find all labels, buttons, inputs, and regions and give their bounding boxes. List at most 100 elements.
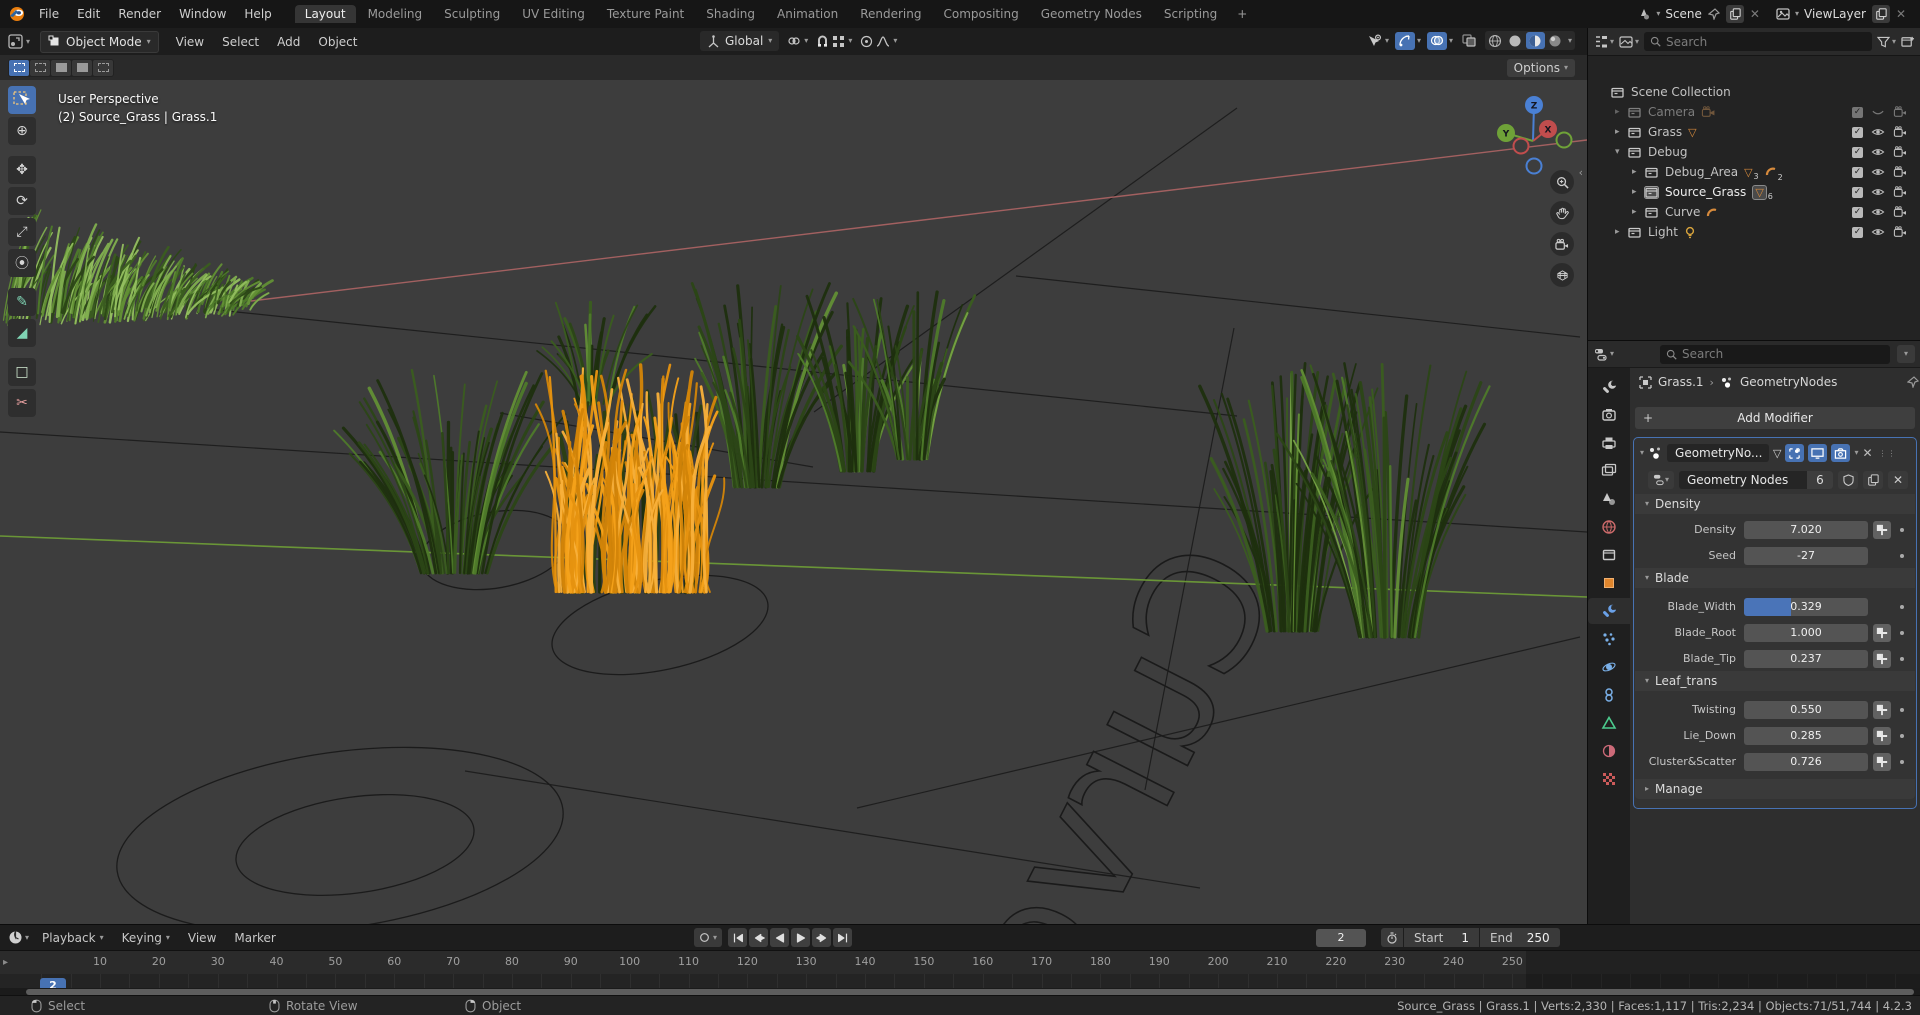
outliner-item-label[interactable]: Curve (1665, 205, 1700, 219)
disclosure-down[interactable]: ▾ (1615, 147, 1627, 157)
camera-view-button[interactable] (1550, 232, 1574, 256)
render-visibility-icon[interactable] (1893, 146, 1907, 158)
eye-closed-icon[interactable] (1871, 106, 1885, 118)
eye-icon[interactable] (1871, 126, 1885, 138)
gizmo-axis-negative[interactable] (1527, 159, 1542, 174)
properties-tab-collection[interactable] (1588, 542, 1630, 568)
disclosure-right[interactable]: ▸ (1615, 227, 1627, 237)
decorator-dot[interactable] (1900, 554, 1904, 558)
tool-transform-button[interactable]: ⦿ (8, 249, 36, 277)
tool-annotate-button[interactable]: ✎ (8, 288, 36, 316)
eye-icon[interactable] (1871, 186, 1885, 198)
outliner-item-label[interactable]: Scene Collection (1631, 85, 1731, 99)
orthographic-toggle-button[interactable] (1550, 263, 1574, 287)
render-visibility-icon[interactable] (1893, 206, 1907, 218)
node-group-name-field[interactable]: Geometry Nodes6 (1679, 471, 1833, 489)
mode-dropdown[interactable]: Object Mode ▾ (40, 31, 159, 53)
properties-tab-tool[interactable] (1588, 374, 1630, 400)
outliner-item-label[interactable]: Source_Grass (1665, 185, 1746, 199)
exclude-checkbox[interactable]: ✓ (1852, 147, 1863, 158)
shading-dropdown[interactable]: ▾ (1566, 37, 1574, 45)
proportional-edit-controls[interactable]: ▾ (860, 35, 897, 48)
add-modifier-button[interactable]: +Add Modifier (1635, 407, 1915, 429)
workspace-tab-modeling[interactable]: Modeling (358, 5, 433, 23)
decorator-dot[interactable] (1900, 631, 1904, 635)
menu-edit[interactable]: Edit (68, 7, 109, 21)
timeline-menu-keying[interactable]: Keying▾ (113, 931, 179, 945)
render-visibility-icon[interactable] (1893, 126, 1907, 138)
unlink-node-group-button[interactable]: ✕ (1888, 471, 1908, 489)
exclude-checkbox[interactable]: ✓ (1852, 167, 1863, 178)
outliner-row-scene-collection[interactable]: Scene Collection (1588, 82, 1920, 102)
orientation-dropdown[interactable]: Global ▾ (700, 31, 779, 51)
decorator-dot[interactable] (1900, 605, 1904, 609)
decorator-dot[interactable] (1900, 760, 1904, 764)
outliner-row-light[interactable]: ▸ Light ✓ (1588, 222, 1920, 242)
remove-viewlayer-icon[interactable]: ✕ (1896, 7, 1906, 21)
viewlayer-name[interactable]: ViewLayer (1804, 7, 1866, 21)
eye-icon[interactable] (1871, 226, 1885, 238)
param-field-density[interactable]: 7.020 (1744, 521, 1868, 539)
gizmos-toggle[interactable]: ▾ (1395, 32, 1421, 50)
decorator-dot[interactable] (1900, 734, 1904, 738)
tool-cursor-button[interactable]: ⊕ (8, 117, 36, 145)
render-visibility-icon[interactable] (1893, 106, 1907, 118)
shading-rendered-button[interactable] (1546, 32, 1565, 49)
play-button[interactable] (791, 928, 810, 947)
outliner-row-curve[interactable]: ▸Curve✓ (1588, 202, 1920, 222)
new-scene-icon[interactable] (1726, 5, 1744, 23)
viewport-menu-select[interactable]: Select (213, 35, 268, 49)
menu-render[interactable]: Render (109, 7, 170, 21)
viewport-menu-view[interactable]: View (167, 35, 213, 49)
workspace-tab-texture-paint[interactable]: Texture Paint (597, 5, 694, 23)
timeline-menu-marker[interactable]: Marker (225, 931, 284, 945)
properties-tab-object-data[interactable] (1588, 710, 1630, 736)
select-mode-tweak[interactable] (9, 60, 29, 76)
render-visibility-icon[interactable] (1893, 226, 1907, 238)
drag-handle[interactable]: ⋮⋮ (1879, 449, 1897, 458)
jump-to-start-button[interactable] (728, 928, 747, 947)
properties-tab-particles[interactable] (1588, 626, 1630, 652)
gizmo-axis-negative[interactable] (1514, 139, 1529, 154)
exclude-checkbox[interactable]: ✓ (1852, 127, 1863, 138)
stopwatch-icon[interactable] (1381, 928, 1403, 947)
viewport-menu-add[interactable]: Add (268, 35, 309, 49)
workspace-tab-scripting[interactable]: Scripting (1154, 5, 1227, 23)
disclosure-right[interactable]: ▸ (1632, 167, 1644, 177)
properties-editor-type[interactable]: ▾ (1594, 348, 1614, 361)
properties-tab-constraints[interactable] (1588, 682, 1630, 708)
properties-tab-output[interactable] (1588, 430, 1630, 456)
properties-options-icon[interactable]: ▾ (1897, 345, 1915, 363)
workspace-tab-animation[interactable]: Animation (767, 5, 848, 23)
timeline-editor-type[interactable]: ▾ (8, 930, 29, 945)
timeline-menu-view[interactable]: View (179, 931, 225, 945)
outliner-item-label[interactable]: Light (1648, 225, 1678, 239)
scene-selector[interactable]: ▾ Scene (1637, 7, 1702, 21)
workspace-tab-rendering[interactable]: Rendering (850, 5, 931, 23)
menu-file[interactable]: File (30, 7, 68, 21)
editor-type-button[interactable]: ▾ (8, 34, 30, 49)
modifier-delete-button[interactable]: ✕ (1863, 446, 1873, 460)
unlink-scene-icon[interactable]: ✕ (1750, 7, 1760, 21)
end-frame-field[interactable]: End 250 (1480, 928, 1560, 947)
fake-user-toggle[interactable] (1838, 471, 1858, 489)
new-collection-button[interactable] (1901, 35, 1915, 48)
select-mode-select-invert[interactable] (93, 60, 113, 76)
shading-material-button[interactable] (1526, 32, 1545, 49)
section-header-leaf-trans[interactable]: ▾Leaf_trans (1635, 671, 1915, 691)
eye-icon[interactable] (1871, 146, 1885, 158)
properties-tab-material[interactable] (1588, 738, 1630, 764)
outliner-display-mode[interactable]: ▾ (1594, 35, 1614, 48)
exclude-checkbox[interactable]: ✓ (1852, 207, 1863, 218)
outliner-item-label[interactable]: Debug_Area (1665, 165, 1738, 179)
select-mode-select-new[interactable] (30, 60, 50, 76)
viewport-menu-object[interactable]: Object (309, 35, 366, 49)
tool-move-button[interactable]: ✥ (8, 156, 36, 184)
exclude-checkbox[interactable]: ✓ (1852, 227, 1863, 238)
start-frame-field[interactable]: Start 1 (1404, 928, 1479, 947)
select-mode-select-subtract[interactable] (72, 60, 92, 76)
jump-next-keyframe-button[interactable] (812, 928, 831, 947)
shading-wireframe-button[interactable] (1486, 32, 1505, 49)
properties-tab-render[interactable] (1588, 402, 1630, 428)
pan-view-button[interactable] (1550, 201, 1574, 225)
